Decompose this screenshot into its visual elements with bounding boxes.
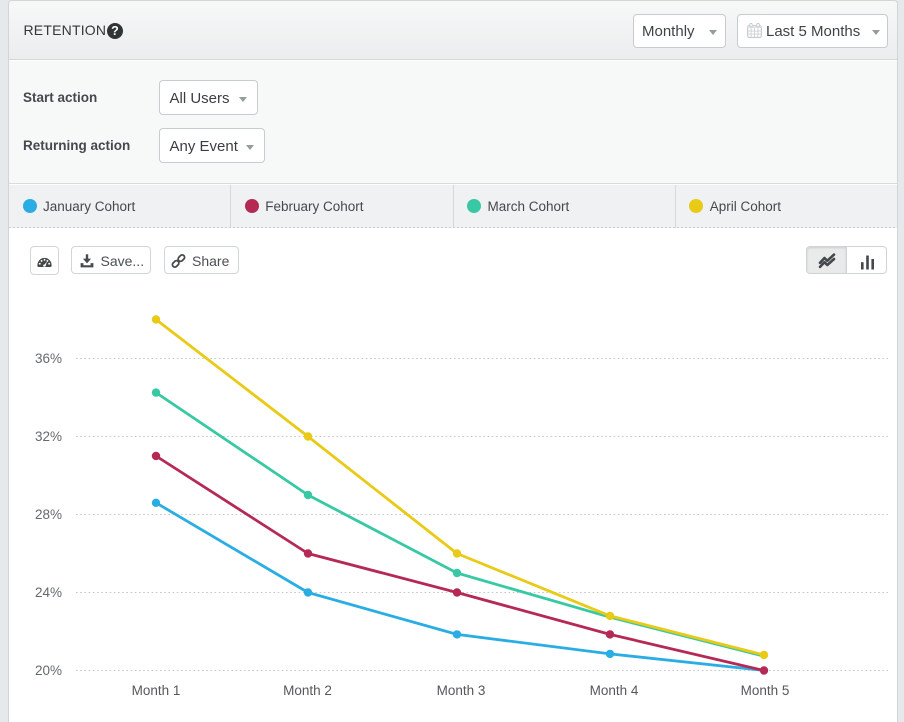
svg-text:28%: 28% <box>35 507 62 522</box>
svg-text:36%: 36% <box>35 351 62 366</box>
svg-text:20%: 20% <box>35 663 62 678</box>
svg-text:Month 4: Month 4 <box>590 683 639 698</box>
svg-text:Month 2: Month 2 <box>283 683 332 698</box>
svg-text:24%: 24% <box>35 585 62 600</box>
svg-text:Month 3: Month 3 <box>437 683 486 698</box>
svg-text:32%: 32% <box>35 429 62 444</box>
svg-text:Month 1: Month 1 <box>132 683 181 698</box>
svg-text:Month 5: Month 5 <box>741 683 790 698</box>
